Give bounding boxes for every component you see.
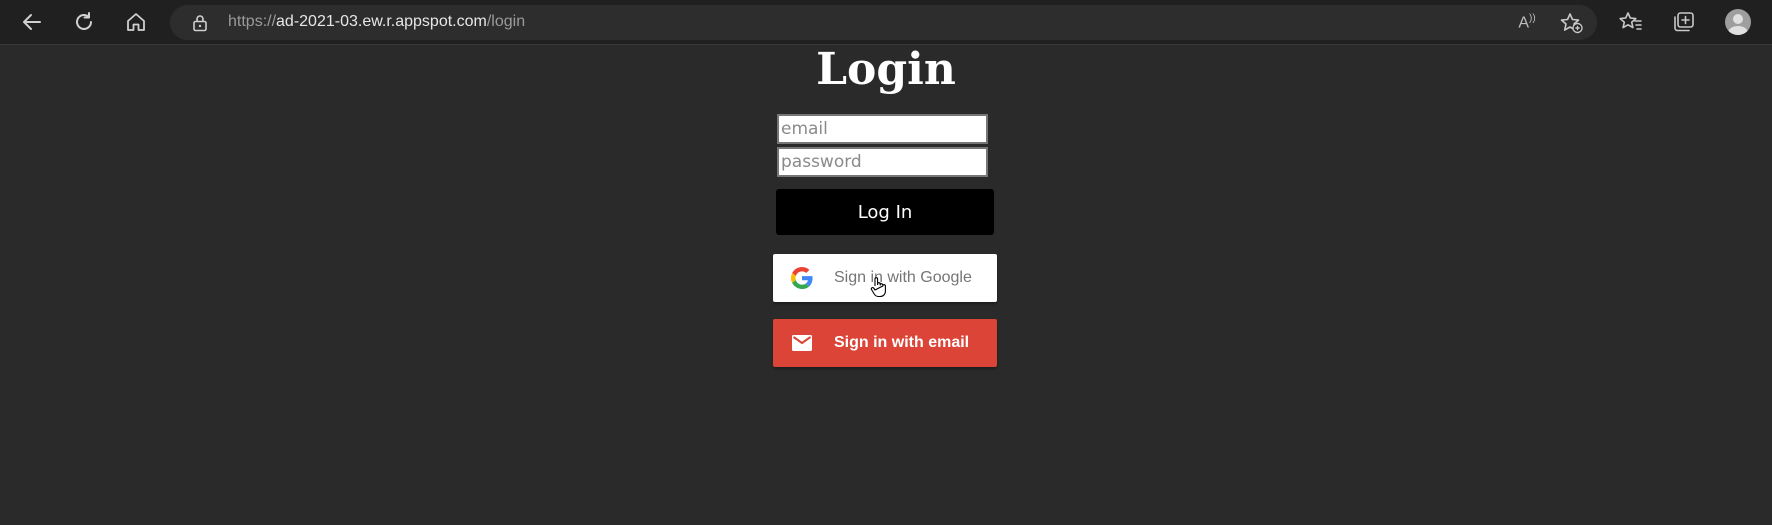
page-title: Login xyxy=(816,44,956,95)
add-favorite-icon[interactable] xyxy=(1558,11,1586,35)
url-text[interactable]: https://ad-2021-03.ew.r.appspot.com/logi… xyxy=(228,13,525,31)
sign-in-email-button[interactable]: Sign in with email xyxy=(773,319,997,367)
email-field[interactable] xyxy=(777,114,988,144)
collections-icon[interactable] xyxy=(1667,6,1701,38)
read-aloud-label: A)) xyxy=(1518,13,1535,32)
favorites-icon[interactable] xyxy=(1614,6,1648,38)
sign-in-google-label: Sign in with Google xyxy=(834,269,972,286)
avatar xyxy=(1725,9,1751,35)
read-aloud-letter: A xyxy=(1518,14,1529,32)
google-logo-icon xyxy=(791,267,813,289)
refresh-icon xyxy=(76,12,92,30)
mail-icon xyxy=(791,332,813,354)
sign-in-email-label: Sign in with email xyxy=(834,334,970,351)
back-button[interactable] xyxy=(15,6,49,38)
read-aloud-waves: )) xyxy=(1529,13,1536,25)
refresh-button[interactable] xyxy=(67,6,101,38)
read-aloud-icon[interactable]: A)) xyxy=(1513,11,1541,35)
lock-icon[interactable] xyxy=(192,14,208,37)
password-field[interactable] xyxy=(777,147,988,177)
address-bar[interactable]: https://ad-2021-03.ew.r.appspot.com/logi… xyxy=(170,5,1597,40)
login-button-label: Log In xyxy=(857,201,913,223)
home-icon xyxy=(127,13,145,31)
hand-cursor-icon xyxy=(870,276,888,303)
profile-avatar-icon[interactable] xyxy=(1721,6,1755,38)
back-arrow-icon xyxy=(23,14,41,30)
url-host: ad-2021-03.ew.r.appspot.com xyxy=(276,13,487,30)
login-button[interactable]: Log In xyxy=(776,189,994,235)
url-scheme: https:// xyxy=(228,13,277,30)
url-path: /login xyxy=(486,13,526,30)
browser-toolbar: https://ad-2021-03.ew.r.appspot.com/logi… xyxy=(0,0,1772,45)
home-button[interactable] xyxy=(119,6,153,38)
